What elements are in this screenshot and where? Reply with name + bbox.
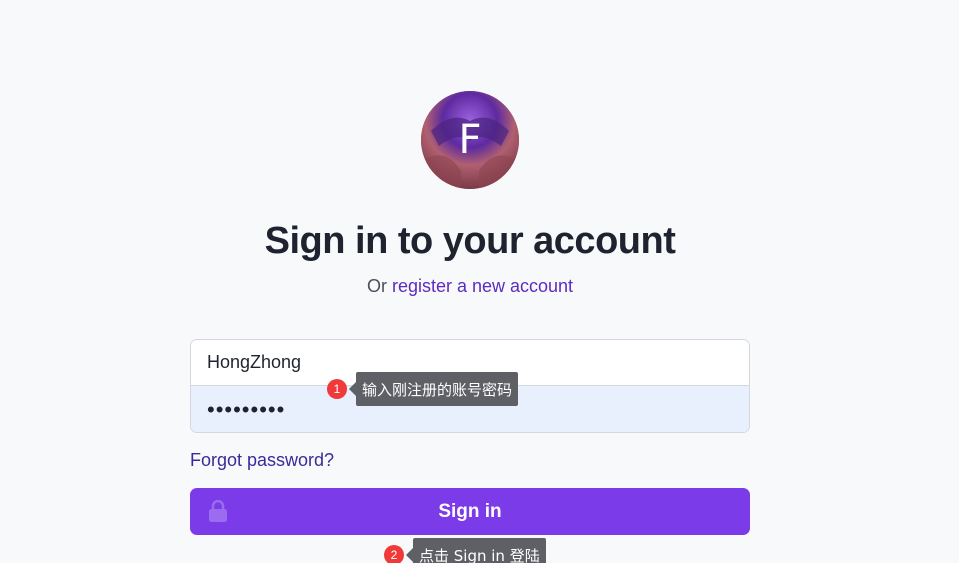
register-prompt: Or register a new account <box>0 276 940 297</box>
svg-text:F: F <box>458 117 481 163</box>
annotation-badge-1: 1 <box>327 379 347 399</box>
annotation-tooltip-1: 输入刚注册的账号密码 <box>348 372 519 406</box>
forgot-password-link[interactable]: Forgot password? <box>190 450 334 471</box>
sign-in-button[interactable]: Sign in <box>190 488 750 535</box>
annotation-badge-2: 2 <box>384 545 404 563</box>
subtitle-prefix: Or <box>366 276 387 296</box>
logo-icon: F <box>421 91 519 189</box>
page-title: Sign in to your account <box>264 220 676 262</box>
sign-in-label: Sign in <box>438 500 502 522</box>
signin-page: F Sign in to your account Or register a … <box>0 0 959 563</box>
lock-icon <box>209 500 227 522</box>
register-link[interactable]: register a new account <box>392 276 573 296</box>
app-logo: F <box>421 91 519 189</box>
annotation-tooltip-2: 点击 Sign in 登陆 <box>406 538 546 563</box>
